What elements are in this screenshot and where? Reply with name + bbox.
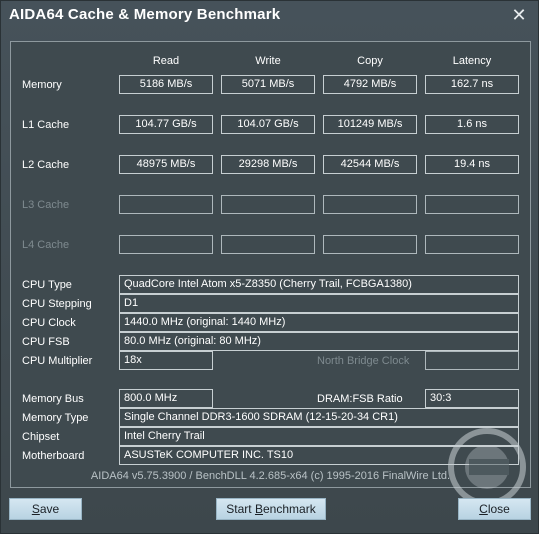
cpu-multiplier-value: 18x xyxy=(119,351,213,370)
l3-read-value xyxy=(119,195,213,214)
cpu-multiplier-label: CPU Multiplier xyxy=(22,355,93,367)
l3-latency-value xyxy=(425,195,519,214)
cpu-clock-value: 1440.0 MHz (original: 1440 MHz) xyxy=(119,313,519,332)
cpu-fsb-value: 80.0 MHz (original: 80 MHz) xyxy=(119,332,519,351)
start-label-rest: enchmark xyxy=(263,502,316,516)
l3-copy-value xyxy=(323,195,417,214)
l2-copy-value: 42544 MB/s xyxy=(323,155,417,174)
cpu-fsb-label: CPU FSB xyxy=(22,336,70,348)
row-label-l2-cache: L2 Cache xyxy=(22,159,70,171)
l2-read-value: 48975 MB/s xyxy=(119,155,213,174)
row-label-l1-cache: L1 Cache xyxy=(22,119,70,131)
title-bar: AIDA64 Cache & Memory Benchmark ✕ xyxy=(1,1,539,31)
north-bridge-clock-label: North Bridge Clock xyxy=(317,355,410,367)
memory-latency-value: 162.7 ns xyxy=(425,75,519,94)
close-button[interactable]: Close xyxy=(458,498,531,520)
l2-latency-value: 19.4 ns xyxy=(425,155,519,174)
row-label-l3-cache: L3 Cache xyxy=(22,199,70,211)
chipset-label: Chipset xyxy=(22,431,60,443)
column-header-write: Write xyxy=(255,55,281,67)
l4-read-value xyxy=(119,235,213,254)
close-label: lose xyxy=(487,502,510,516)
dram-fsb-ratio-value: 30:3 xyxy=(425,389,519,408)
motherboard-label: Motherboard xyxy=(22,450,85,462)
watermark-logo-icon xyxy=(448,428,526,506)
cpu-stepping-label: CPU Stepping xyxy=(22,298,92,310)
memory-bus-value: 800.0 MHz xyxy=(119,389,213,408)
row-label-l4-cache: L4 Cache xyxy=(22,239,70,251)
north-bridge-clock-value xyxy=(425,351,519,370)
close-icon[interactable]: ✕ xyxy=(508,4,530,26)
benchmark-window: AIDA64 Cache & Memory Benchmark ✕ Read W… xyxy=(0,0,539,534)
save-label: ave xyxy=(39,502,60,516)
l1-latency-value: 1.6 ns xyxy=(425,115,519,134)
cpu-stepping-value: D1 xyxy=(119,294,519,313)
l4-write-value xyxy=(221,235,315,254)
memory-bus-label: Memory Bus xyxy=(22,393,84,405)
column-header-copy: Copy xyxy=(357,55,383,67)
l4-latency-value xyxy=(425,235,519,254)
start-label-prefix: Start xyxy=(226,502,255,516)
start-accelerator: B xyxy=(254,502,263,516)
cpu-type-label: CPU Type xyxy=(22,279,72,291)
l3-write-value xyxy=(221,195,315,214)
save-button[interactable]: Save xyxy=(9,498,82,520)
cpu-type-value: QuadCore Intel Atom x5-Z8350 (Cherry Tra… xyxy=(119,275,519,294)
row-label-memory: Memory xyxy=(22,79,62,91)
close-accelerator: C xyxy=(479,502,488,516)
save-accelerator: S xyxy=(31,502,40,516)
cpu-clock-label: CPU Clock xyxy=(22,317,76,329)
l1-read-value: 104.77 GB/s xyxy=(119,115,213,134)
l1-write-value: 104.07 GB/s xyxy=(221,115,315,134)
memory-read-value: 5186 MB/s xyxy=(119,75,213,94)
memory-write-value: 5071 MB/s xyxy=(221,75,315,94)
memory-copy-value: 4792 MB/s xyxy=(323,75,417,94)
column-header-read: Read xyxy=(152,55,180,67)
start-benchmark-button[interactable]: Start Benchmark xyxy=(216,498,326,520)
memory-type-label: Memory Type xyxy=(22,412,89,424)
dram-fsb-ratio-label: DRAM:FSB Ratio xyxy=(317,393,403,405)
l4-copy-value xyxy=(323,235,417,254)
column-header-latency: Latency xyxy=(452,55,492,67)
l1-copy-value: 101249 MB/s xyxy=(323,115,417,134)
l2-write-value: 29298 MB/s xyxy=(221,155,315,174)
window-title: AIDA64 Cache & Memory Benchmark xyxy=(9,6,281,23)
